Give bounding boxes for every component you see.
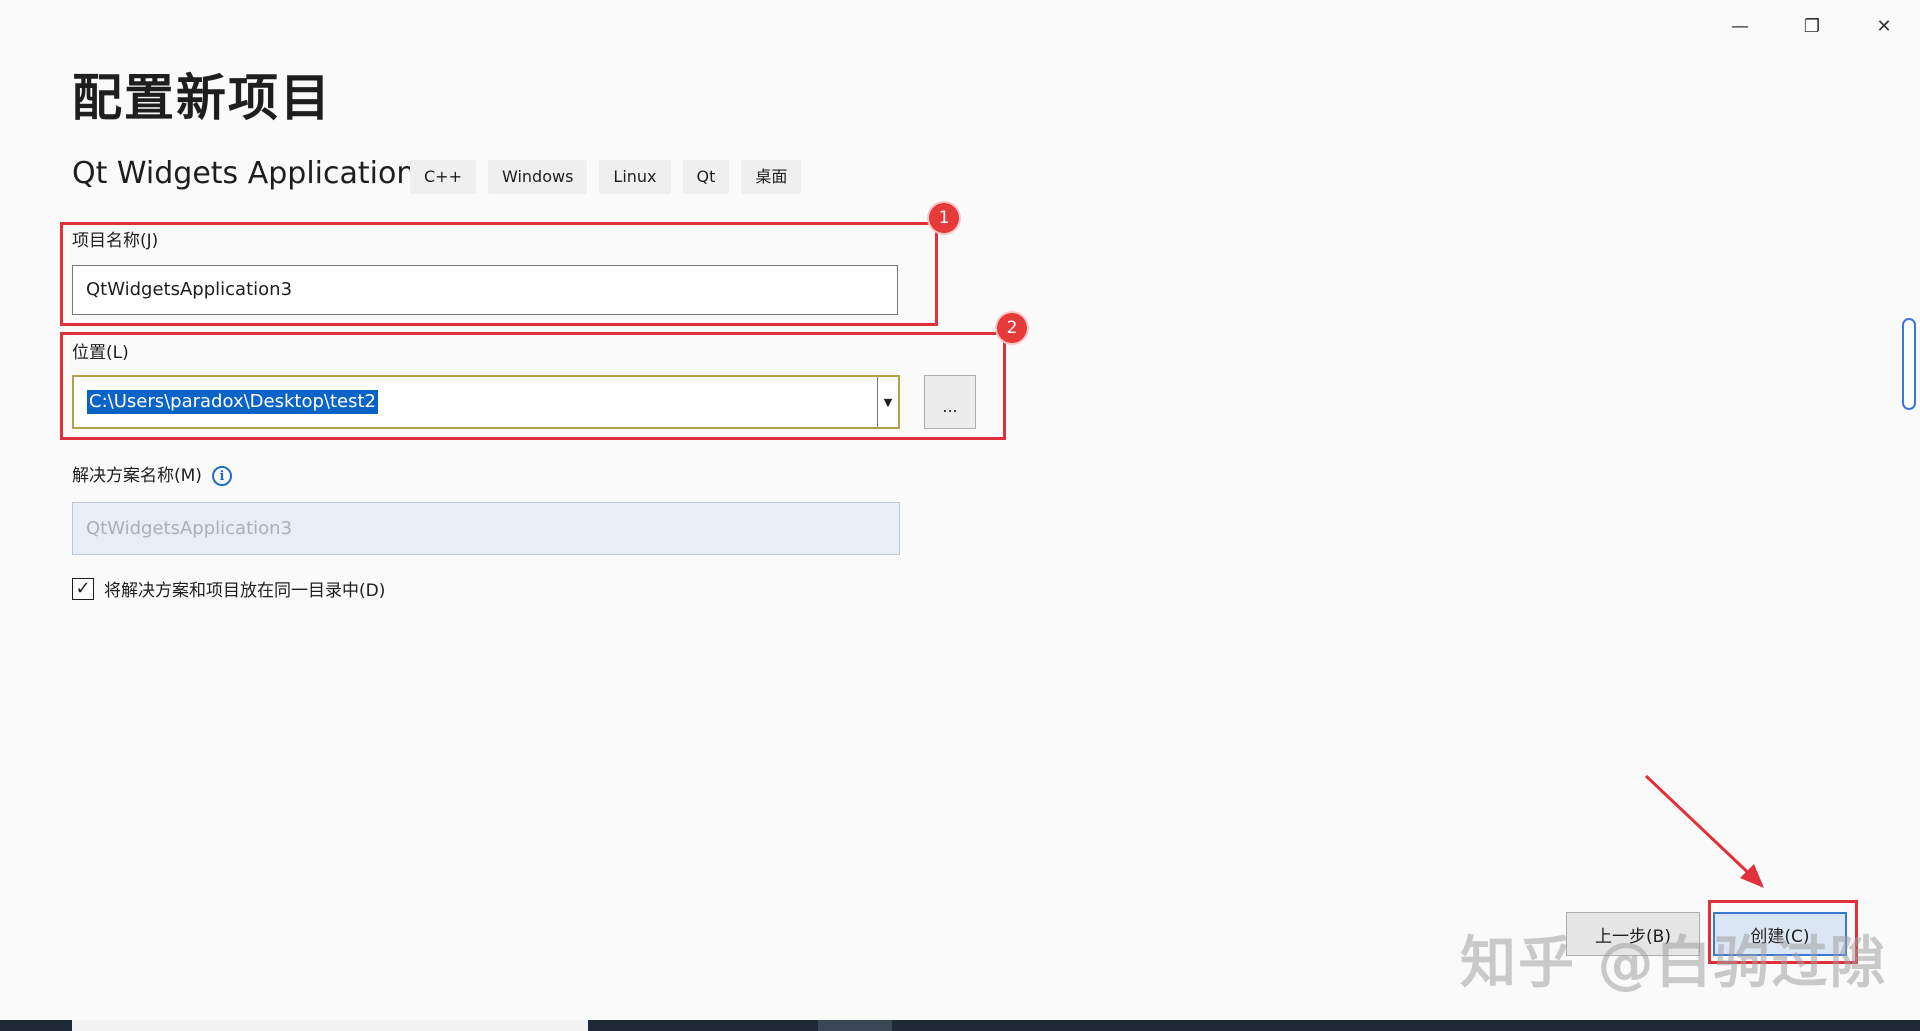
tag-linux: Linux bbox=[599, 160, 671, 194]
annotation-arrow bbox=[1644, 774, 1764, 888]
annotation-badge-1: 1 bbox=[929, 203, 959, 233]
same-dir-checkbox-label: 将解决方案和项目放在同一目录中(D) bbox=[104, 581, 386, 601]
template-tags: C++ Windows Linux Qt 桌面 bbox=[410, 160, 802, 194]
annotation-box-project-name bbox=[60, 222, 938, 326]
solution-name-input: QtWidgetsApplication3 bbox=[72, 502, 900, 555]
annotation-arrow-line bbox=[1644, 774, 1760, 884]
tag-desktop: 桌面 bbox=[741, 160, 802, 194]
page-title: 配置新项目 bbox=[72, 69, 332, 127]
annotation-badge-2: 2 bbox=[997, 313, 1027, 343]
tag-cpp: C++ bbox=[410, 160, 476, 194]
annotation-box-location bbox=[60, 332, 1006, 440]
watermark: 知乎 @白驹过隙 bbox=[1460, 931, 1888, 996]
taskbar bbox=[0, 1020, 1920, 1031]
close-icon[interactable]: ✕ bbox=[1854, 6, 1914, 46]
tag-windows: Windows bbox=[487, 160, 588, 194]
same-dir-checkbox-row[interactable]: ✓ 将解决方案和项目放在同一目录中(D) bbox=[72, 576, 385, 601]
template-name: Qt Widgets Application bbox=[72, 156, 416, 191]
tag-qt: Qt bbox=[682, 160, 730, 194]
restore-icon[interactable]: ❐ bbox=[1782, 6, 1842, 46]
taskbar-active-app[interactable] bbox=[818, 1020, 892, 1031]
configure-project-window: — ❐ ✕ 配置新项目 Qt Widgets Application C++ W… bbox=[0, 0, 1920, 1020]
solution-name-label: 解决方案名称(M) bbox=[72, 466, 202, 486]
scrollbar-thumb[interactable] bbox=[1902, 318, 1916, 410]
info-icon[interactable]: i bbox=[211, 466, 232, 486]
minimize-icon[interactable]: — bbox=[1710, 6, 1770, 46]
same-dir-checkbox[interactable]: ✓ bbox=[72, 577, 94, 600]
taskbar-search[interactable] bbox=[72, 1020, 588, 1031]
solution-name-label-row: 解决方案名称(M) i bbox=[72, 461, 232, 486]
